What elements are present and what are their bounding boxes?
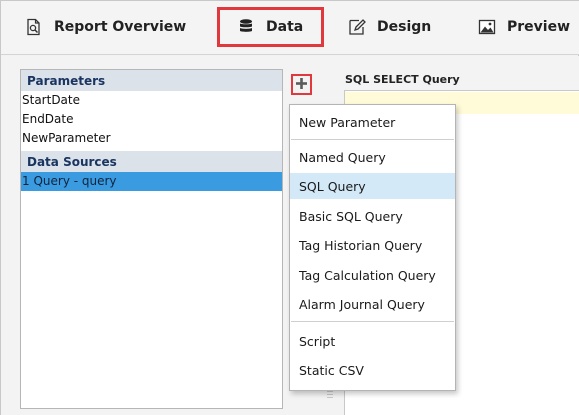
- menu-item-alarm-journal-query[interactable]: Alarm Journal Query: [290, 291, 455, 317]
- image-preview-icon: [477, 17, 497, 37]
- tab-report-overview[interactable]: Report Overview: [24, 7, 186, 47]
- menu-separator: [291, 321, 454, 322]
- tab-bar: Report Overview Data Design Preview: [1, 1, 579, 55]
- sql-query-label: SQL SELECT Query: [345, 73, 460, 86]
- data-source-item[interactable]: 1 Query - query: [21, 172, 282, 191]
- menu-item-basic-sql-query[interactable]: Basic SQL Query: [290, 203, 455, 229]
- tab-design[interactable]: Design: [347, 7, 431, 47]
- data-tree-panel: Parameters StartDate EndDate NewParamete…: [20, 69, 283, 409]
- add-data-source-menu: New Parameter Named Query SQL Query Basi…: [289, 104, 456, 391]
- data-sources-header: Data Sources: [21, 151, 282, 172]
- tab-label: Preview: [507, 19, 571, 35]
- parameter-item[interactable]: EndDate: [21, 110, 282, 129]
- tab-data[interactable]: Data: [217, 7, 325, 47]
- parameter-item[interactable]: StartDate: [21, 91, 282, 110]
- design-pencil-icon: [347, 17, 367, 37]
- tab-label: Report Overview: [54, 19, 187, 35]
- menu-item-script[interactable]: Script: [290, 328, 455, 354]
- tab-label: Design: [377, 19, 432, 35]
- menu-item-static-csv[interactable]: Static CSV: [290, 357, 455, 383]
- menu-item-sql-query[interactable]: SQL Query: [290, 173, 455, 199]
- tab-label: Data: [266, 19, 304, 35]
- menu-separator: [291, 139, 454, 140]
- report-designer-window: Report Overview Data Design Preview Para…: [0, 0, 579, 415]
- add-data-source-button[interactable]: [291, 74, 312, 95]
- menu-item-named-query[interactable]: Named Query: [290, 144, 455, 170]
- report-preview-icon: [24, 17, 44, 37]
- menu-item-tag-calculation-query[interactable]: Tag Calculation Query: [290, 262, 455, 288]
- parameters-header: Parameters: [21, 70, 282, 91]
- menu-item-tag-historian-query[interactable]: Tag Historian Query: [290, 232, 455, 258]
- data-tab-content: Parameters StartDate EndDate NewParamete…: [1, 56, 579, 415]
- parameter-item[interactable]: NewParameter: [21, 129, 282, 148]
- database-icon: [236, 17, 256, 37]
- tab-preview[interactable]: Preview: [477, 7, 570, 47]
- menu-item-new-parameter[interactable]: New Parameter: [290, 109, 455, 135]
- plus-icon: [295, 75, 308, 94]
